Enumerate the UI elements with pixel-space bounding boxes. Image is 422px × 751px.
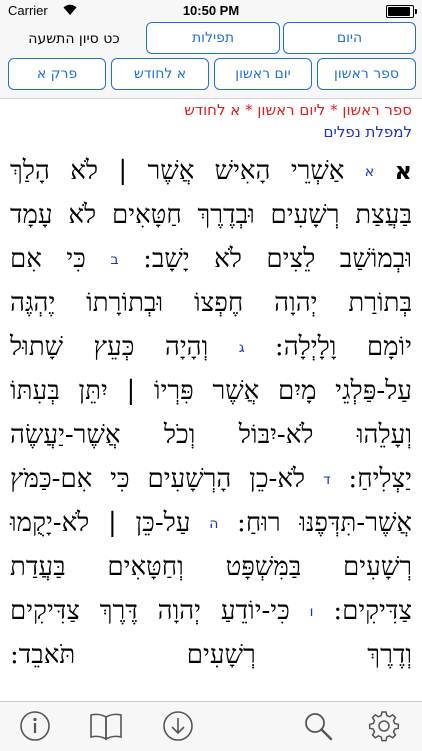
verse-text: אַשְׁרֵי הָאִישׁ אֲשֶׁר | לֹא הָלַךְ — [10, 156, 365, 186]
day-of-week-button[interactable]: יום ראשון — [214, 58, 312, 90]
status-bar: Carrier 10:50 PM — [0, 0, 422, 22]
psalm-line: וּבְמוֹשַׁב לֵצִים לֹא יָשָׁב: ב כִּי אִ… — [10, 237, 412, 281]
psalm-content[interactable]: ספר ראשון * ליום ראשון * א לחודש למפלת נ… — [0, 99, 422, 701]
chapter-button[interactable]: פרק א — [8, 58, 106, 90]
psalm-line: א א אַשְׁרֵי הָאִישׁ אֲשֶׁר | לֹא הָלַךְ — [10, 149, 412, 193]
verse-text: עַל-פַּלְגֵי מָיִם אֲשֶׁר פִּרְיוֹ | יִת… — [10, 376, 412, 406]
verse-text: וְהָיָה כְּעֵץ שָׁתוּל — [10, 332, 239, 362]
verse-text: יוֹמָם וָלָיְלָה: — [244, 332, 412, 362]
psalm-line: רְשָׁעִים בַּמִּשְׁפָּט וְחַטָּאִים בַּע… — [10, 545, 412, 589]
psalm-line: וְדֶרֶךְ רְשָׁעִים תֹּאבֵד: — [10, 633, 412, 677]
search-icon[interactable] — [300, 708, 336, 744]
psalm-line: אֲשֶׁר-תִּדְּפֶנּוּ רוּחַ: ה עַל-כֵּן | … — [10, 501, 412, 545]
psalm-line: בַּעֲצַת רְשָׁעִים וּבְדֶרֶךְ חַטָּאִים … — [10, 193, 412, 237]
verse-text: כִּי אִם — [10, 244, 111, 274]
tab-prayers[interactable]: תפילות — [146, 22, 280, 54]
psalm-line: צַדִּיקִים: ו כִּי-יוֹדֵעַ יְהוָה דֶּרֶך… — [10, 589, 412, 633]
info-icon[interactable] — [17, 708, 53, 744]
bottom-toolbar — [0, 701, 422, 751]
psalm-line: יַצְלִיחַ: ד לֹא-כֵן הָרְשָׁעִים כִּי אִ… — [10, 457, 412, 501]
verse-number: ב — [110, 252, 119, 268]
psalm-line: בְּתוֹרַת יְהוָה חֶפְצוֹ וּבְתוֹרָתוֹ יֶ… — [10, 281, 412, 325]
verse-text: צַדִּיקִים: — [313, 596, 412, 626]
verse-number: ד — [322, 472, 331, 488]
psalm-line: עַל-פַּלְגֵי מָיִם אֲשֶׁר פִּרְיוֹ | יִת… — [10, 369, 412, 413]
psalm-line: וְעָלֵהוּ לֹא-יִבּוֹל וְכֹל אֲשֶׁר-יַעֲש… — [10, 413, 412, 457]
day-of-month-button[interactable]: א לחודש — [111, 58, 209, 90]
book-icon[interactable] — [88, 708, 124, 744]
verse-text: וּבְמוֹשַׁב לֵצִים לֹא יָשָׁב: — [118, 244, 412, 274]
psalm-line: יוֹמָם וָלָיְלָה: ג וְהָיָה כְּעֵץ שָׁתו… — [10, 325, 412, 369]
book-button[interactable]: ספר ראשון — [317, 58, 416, 90]
verse-text: בְּתוֹרַת יְהוָה חֶפְצוֹ וּבְתוֹרָתוֹ יֶ… — [10, 288, 412, 318]
hebrew-date: כט סיון התשעה — [28, 31, 120, 47]
breadcrumb: ספר ראשון * ליום ראשון * א לחודש — [184, 101, 412, 119]
fallen-link[interactable]: למפלת נפלים — [324, 123, 412, 141]
battery-icon — [386, 5, 417, 18]
verse-text: עַל-כֵּן | לֹא-יָקֻמוּ — [10, 508, 210, 538]
gear-icon[interactable] — [366, 708, 402, 744]
verse-text: כִּי-יוֹדֵעַ יְהוָה דֶּרֶךְ צַדִּיקִים — [10, 596, 310, 626]
chapter-number: א — [394, 157, 413, 185]
verse-text: וְדֶרֶךְ רְשָׁעִים תֹּאבֵד: — [10, 640, 412, 670]
verse-text: יַצְלִיחַ: — [330, 464, 412, 494]
tab-today[interactable]: היום — [283, 22, 416, 54]
verse-text: אֲשֶׁר-תִּדְּפֶנּוּ רוּחַ: — [218, 508, 412, 538]
verse-text: לֹא-כֵן הָרְשָׁעִים כִּי אִם-כַּמֹּץ — [10, 464, 323, 494]
download-icon[interactable] — [160, 708, 196, 744]
clock: 10:50 PM — [182, 3, 240, 18]
verse-text: בַּעֲצַת רְשָׁעִים וּבְדֶרֶךְ חַטָּאִים … — [10, 200, 412, 230]
verse-text: וְעָלֵהוּ לֹא-יִבּוֹל וְכֹל אֲשֶׁר-יַעֲש… — [10, 420, 412, 450]
header-toolbar: כט סיון התשעה תפילות היום פרק א א לחודש … — [0, 22, 422, 99]
verse-text: רְשָׁעִים בַּמִּשְׁפָּט וְחַטָּאִים בַּע… — [10, 552, 412, 582]
verse-number: ה — [209, 516, 219, 532]
verse-number: א — [364, 164, 375, 180]
